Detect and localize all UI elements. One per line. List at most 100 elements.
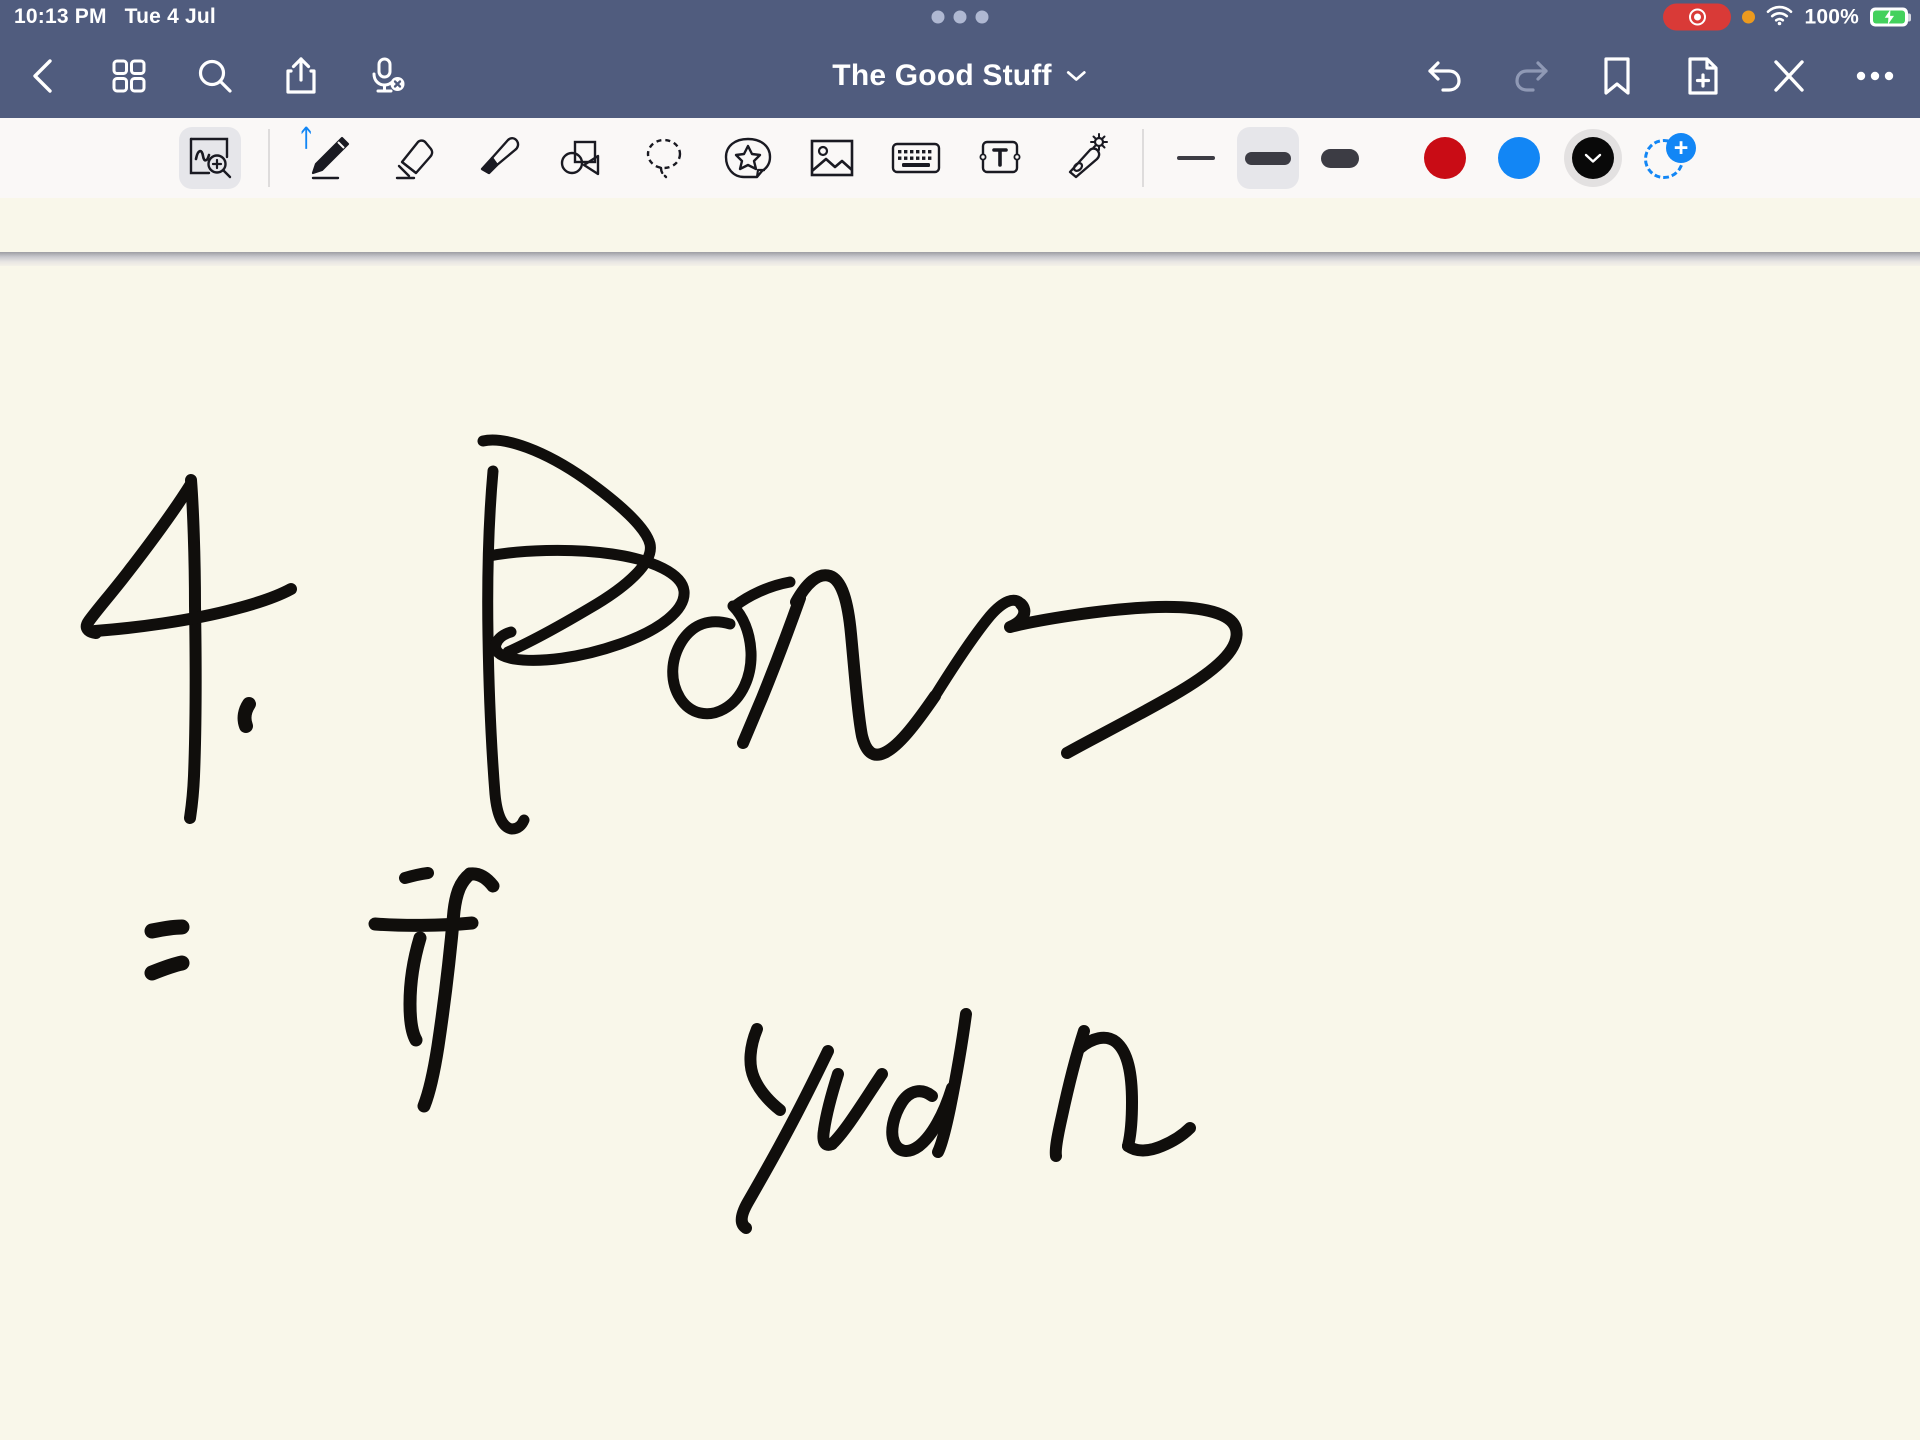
chevron-down-icon: [1584, 153, 1602, 163]
handwriting-word-you: [735, 1008, 972, 1234]
keyboard-tool[interactable]: [885, 127, 947, 189]
navigation-right-group: [1422, 34, 1898, 118]
orange-privacy-dot-icon: [1742, 10, 1756, 24]
color-blue[interactable]: [1488, 127, 1550, 189]
page-grid-button[interactable]: [106, 53, 152, 99]
handwriting-char-n: [1049, 1025, 1196, 1162]
handwriting-period-mark: [237, 697, 256, 733]
close-x-icon: [1774, 60, 1804, 92]
stroke-width-thin-bar: [1177, 156, 1215, 160]
new-page-button[interactable]: [1680, 53, 1726, 99]
stroke-width-thin[interactable]: [1165, 127, 1227, 189]
text-box-tool[interactable]: [969, 127, 1031, 189]
battery-percent: 100%: [1804, 5, 1859, 28]
stroke-width-medium-bar: [1245, 151, 1291, 165]
bookmark-icon: [1604, 57, 1630, 95]
chevron-down-icon: [1067, 71, 1087, 81]
handle-dot: [953, 10, 967, 24]
bluetooth-icon: ᛏ: [299, 125, 314, 152]
handwriting-char-4: [80, 474, 297, 824]
text-box-icon: [979, 140, 1021, 174]
keyboard-icon: [891, 142, 941, 174]
add-color-button[interactable]: +: [1636, 127, 1698, 189]
search-button[interactable]: [192, 53, 238, 99]
stroke-width-thick[interactable]: [1309, 127, 1371, 189]
search-icon: [198, 59, 232, 93]
grid-icon: [112, 59, 146, 93]
share-icon: [286, 57, 316, 94]
sticker-star-icon: [724, 137, 772, 179]
tool-divider-left: [268, 129, 270, 187]
tool-divider-right: [1142, 129, 1144, 187]
eraser-tool[interactable]: [381, 127, 443, 189]
status-date: Tue 4 Jul: [124, 5, 216, 28]
page-separator-shadow: [0, 252, 1920, 266]
handle-dot: [931, 10, 945, 24]
undo-icon: [1428, 61, 1461, 92]
image-icon: [810, 139, 854, 177]
status-bar-left: 10:13 PM Tue 4 Jul: [0, 5, 216, 29]
color-blue-dot: [1498, 137, 1540, 179]
wifi-icon: [1766, 4, 1793, 30]
laser-pointer-tool[interactable]: [1053, 127, 1115, 189]
add-color-graphic: +: [1636, 127, 1698, 189]
color-black[interactable]: [1562, 127, 1624, 189]
pen-tool[interactable]: ᛏ: [297, 127, 359, 189]
more-button[interactable]: [1852, 53, 1898, 99]
shapes-icon: [560, 140, 600, 176]
redo-button[interactable]: [1508, 53, 1554, 99]
page-top-strip: [0, 198, 1920, 252]
ellipsis-icon: [1856, 71, 1894, 81]
laser-wand-icon: [1068, 133, 1108, 179]
tool-palette: ᛏ +: [0, 118, 1920, 198]
record-pill-icon[interactable]: [1663, 3, 1732, 31]
stroke-width-thick-bar: [1321, 148, 1359, 168]
document-plus-icon: [1688, 57, 1718, 95]
close-button[interactable]: [1766, 53, 1812, 99]
lasso-icon: [646, 138, 682, 179]
color-black-selected-ring: [1564, 129, 1622, 187]
tool-group: ᛏ: [168, 127, 1160, 189]
lasso-tool[interactable]: [633, 127, 695, 189]
status-time: 10:13 PM: [14, 5, 107, 28]
handwriting-layer: [80, 434, 1243, 1234]
handwriting-equals-sign: [144, 919, 190, 981]
zoom-write-tool[interactable]: [179, 127, 241, 189]
bookmark-button[interactable]: [1594, 53, 1640, 99]
note-canvas[interactable]: [0, 266, 1920, 1440]
status-bar-handle-dots[interactable]: [931, 10, 989, 24]
battery-charging-icon: [1870, 7, 1911, 27]
color-black-dot: [1572, 137, 1614, 179]
handwriting-word-bonus: [477, 434, 1243, 835]
shapes-tool[interactable]: [549, 127, 611, 189]
stroke-width-group: [1160, 127, 1376, 189]
sticker-tool[interactable]: [717, 127, 779, 189]
navigation-left-group: [0, 53, 410, 99]
record-ring: [1688, 8, 1706, 26]
stroke-width-medium[interactable]: [1237, 127, 1299, 189]
battery-fill: [1873, 9, 1905, 25]
highlighter-icon: [480, 137, 520, 175]
document-title-button[interactable]: The Good Stuff: [832, 59, 1087, 93]
battery-cap: [1908, 13, 1911, 21]
color-red[interactable]: [1414, 127, 1476, 189]
record-core: [1693, 13, 1701, 21]
image-tool[interactable]: [801, 127, 863, 189]
highlighter-tool[interactable]: [465, 127, 527, 189]
redo-icon: [1515, 61, 1548, 92]
status-bar: 10:13 PM Tue 4 Jul 100%: [0, 0, 1920, 34]
handle-dot: [975, 10, 989, 24]
back-button[interactable]: [20, 53, 66, 99]
microphone-off-icon: [372, 57, 405, 93]
navigation-bar: The Good Stuff: [0, 34, 1920, 118]
handwriting-word-if: [368, 867, 500, 1113]
mic-off-button[interactable]: [364, 53, 410, 99]
zoom-write-icon: [189, 137, 232, 179]
share-button[interactable]: [278, 53, 324, 99]
bolt-icon: [1884, 9, 1894, 25]
eraser-icon: [395, 139, 434, 180]
chevron-left-icon: [33, 59, 52, 93]
plus-badge-icon: +: [1666, 133, 1696, 163]
undo-button[interactable]: [1422, 53, 1468, 99]
color-red-dot: [1424, 137, 1466, 179]
